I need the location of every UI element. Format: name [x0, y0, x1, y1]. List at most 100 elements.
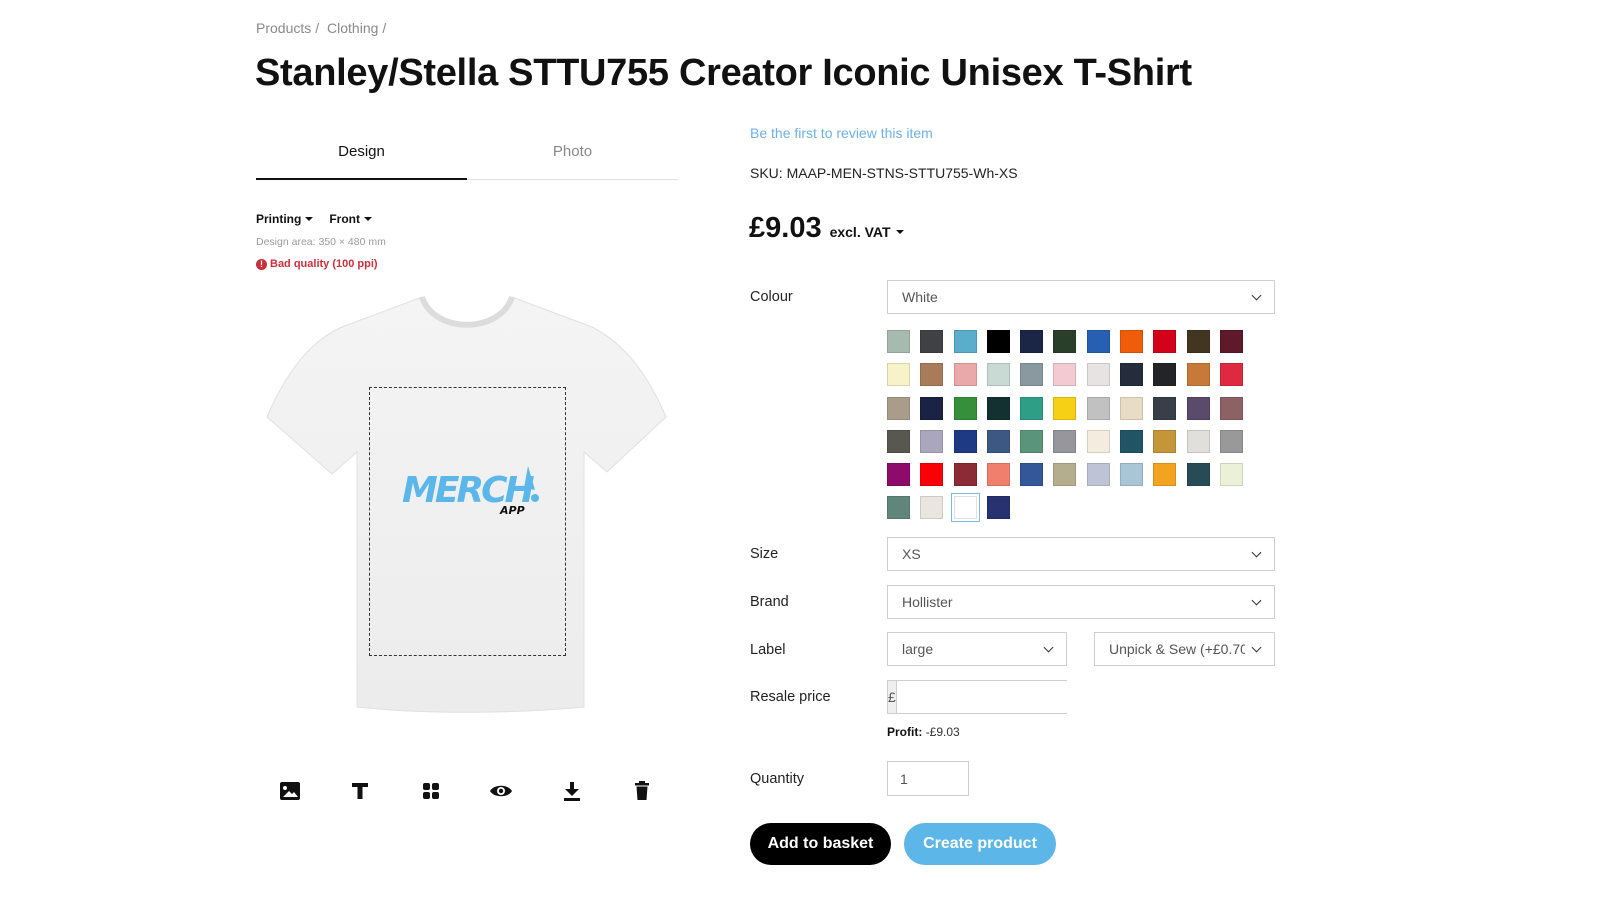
templates-button[interactable] [411, 775, 451, 807]
colour-swatch[interactable] [1053, 463, 1077, 487]
chevron-down-icon [1043, 642, 1054, 652]
colour-swatch[interactable] [1153, 429, 1177, 453]
add-to-basket-button[interactable]: Add to basket [750, 823, 891, 865]
colour-swatch[interactable] [1020, 463, 1044, 487]
resale-price-input[interactable] [896, 681, 1094, 713]
size-value: XS [902, 546, 921, 562]
label-option-value: Unpick & Sew (+£0.70 [1109, 641, 1245, 657]
colour-swatch[interactable] [1120, 463, 1144, 487]
brand-label: Brand [750, 594, 789, 610]
printing-dropdown[interactable]: Printing [256, 212, 314, 226]
colour-swatch[interactable] [1086, 396, 1110, 420]
merch-app-logo[interactable]: MERCH APP [398, 462, 543, 517]
size-label: Size [750, 546, 779, 562]
brand-select[interactable]: Hollister [887, 585, 1275, 619]
colour-swatch[interactable] [1120, 363, 1144, 387]
colour-swatch[interactable] [950, 493, 980, 523]
chevron-down-icon [1251, 642, 1262, 652]
colour-swatch[interactable] [887, 463, 910, 487]
colour-swatch[interactable] [986, 429, 1010, 453]
create-product-button[interactable]: Create product [904, 823, 1056, 865]
colour-swatch[interactable] [887, 396, 910, 420]
profit-value: -£9.03 [925, 725, 960, 739]
colour-swatch[interactable] [920, 396, 944, 420]
colour-swatch[interactable] [920, 496, 944, 520]
colour-swatch[interactable] [1053, 396, 1077, 420]
colour-swatch[interactable] [986, 363, 1010, 387]
quantity-input[interactable] [887, 761, 969, 796]
colour-swatch[interactable] [953, 463, 977, 487]
preview-button[interactable] [481, 775, 521, 807]
colour-swatch[interactable] [986, 396, 1010, 420]
colour-swatch[interactable] [1219, 330, 1243, 353]
download-button[interactable] [552, 775, 592, 807]
colour-swatch[interactable] [1153, 363, 1177, 387]
colour-swatch[interactable] [920, 429, 944, 453]
colour-swatch[interactable] [986, 330, 1010, 353]
colour-swatch[interactable] [1020, 429, 1044, 453]
logo-subtext: APP [499, 504, 525, 517]
colour-swatch[interactable] [887, 363, 910, 387]
tab-photo[interactable]: Photo [467, 132, 678, 179]
colour-swatch[interactable] [1153, 396, 1177, 420]
add-text-button[interactable] [340, 775, 380, 807]
colour-swatch[interactable] [1120, 396, 1144, 420]
quality-warning: ! Bad quality (100 ppi) [256, 258, 378, 270]
colour-select[interactable]: White [887, 280, 1275, 314]
colour-swatch[interactable] [920, 330, 944, 353]
colour-swatch[interactable] [1020, 330, 1044, 353]
side-label: Front [329, 212, 360, 226]
side-dropdown[interactable]: Front [329, 212, 372, 226]
print-area[interactable] [369, 387, 566, 656]
breadcrumb-clothing[interactable]: Clothing [327, 20, 378, 36]
colour-swatch[interactable] [920, 463, 944, 487]
design-toolbar [270, 775, 662, 807]
add-image-button[interactable] [270, 775, 310, 807]
delete-button[interactable] [622, 775, 662, 807]
review-link[interactable]: Be the first to review this item [750, 125, 933, 141]
colour-swatch[interactable] [1020, 396, 1044, 420]
colour-swatch[interactable] [1186, 363, 1210, 387]
colour-swatch[interactable] [986, 463, 1010, 487]
size-select[interactable]: XS [887, 537, 1275, 571]
vat-dropdown[interactable]: excl. VAT [830, 224, 904, 240]
colour-swatch[interactable] [887, 496, 910, 520]
colour-swatch[interactable] [1020, 363, 1044, 387]
colour-swatch[interactable] [920, 363, 944, 387]
colour-swatch[interactable] [1186, 429, 1210, 453]
colour-swatch[interactable] [887, 330, 910, 353]
label-option-select[interactable]: Unpick & Sew (+£0.70 [1094, 632, 1275, 666]
colour-swatch[interactable] [1086, 330, 1110, 353]
text-icon [352, 783, 369, 799]
colour-swatch[interactable] [1086, 463, 1110, 487]
colour-swatch[interactable] [953, 363, 977, 387]
colour-swatch[interactable] [887, 429, 910, 453]
colour-swatch[interactable] [1120, 429, 1144, 453]
sku: SKU: MAAP-MEN-STNS-STTU755-Wh-XS [750, 165, 1018, 181]
colour-swatch[interactable] [1086, 363, 1110, 387]
colour-swatch[interactable] [953, 396, 977, 420]
colour-swatch[interactable] [1053, 429, 1077, 453]
colour-swatch[interactable] [1186, 463, 1210, 487]
chevron-down-icon [1251, 595, 1262, 605]
colour-swatch[interactable] [953, 330, 977, 353]
colour-swatch[interactable] [1053, 363, 1077, 387]
colour-swatch[interactable] [986, 496, 1010, 520]
breadcrumb-products[interactable]: Products [256, 20, 311, 36]
colour-swatch[interactable] [1219, 363, 1243, 387]
colour-swatch[interactable] [1153, 463, 1177, 487]
colour-swatch[interactable] [1219, 429, 1243, 453]
colour-swatch[interactable] [1186, 396, 1210, 420]
colour-swatch[interactable] [1053, 330, 1077, 353]
quantity-label: Quantity [750, 771, 804, 787]
colour-swatch[interactable] [953, 429, 977, 453]
tab-design[interactable]: Design [256, 132, 467, 180]
colour-swatch[interactable] [1120, 330, 1144, 353]
label-size-select[interactable]: large [887, 632, 1067, 666]
brand-value: Hollister [902, 594, 953, 610]
colour-swatch[interactable] [1219, 396, 1243, 420]
colour-swatch[interactable] [1153, 330, 1177, 353]
colour-swatch[interactable] [1086, 429, 1110, 453]
colour-swatch[interactable] [1186, 330, 1210, 353]
colour-swatch[interactable] [1219, 463, 1243, 487]
